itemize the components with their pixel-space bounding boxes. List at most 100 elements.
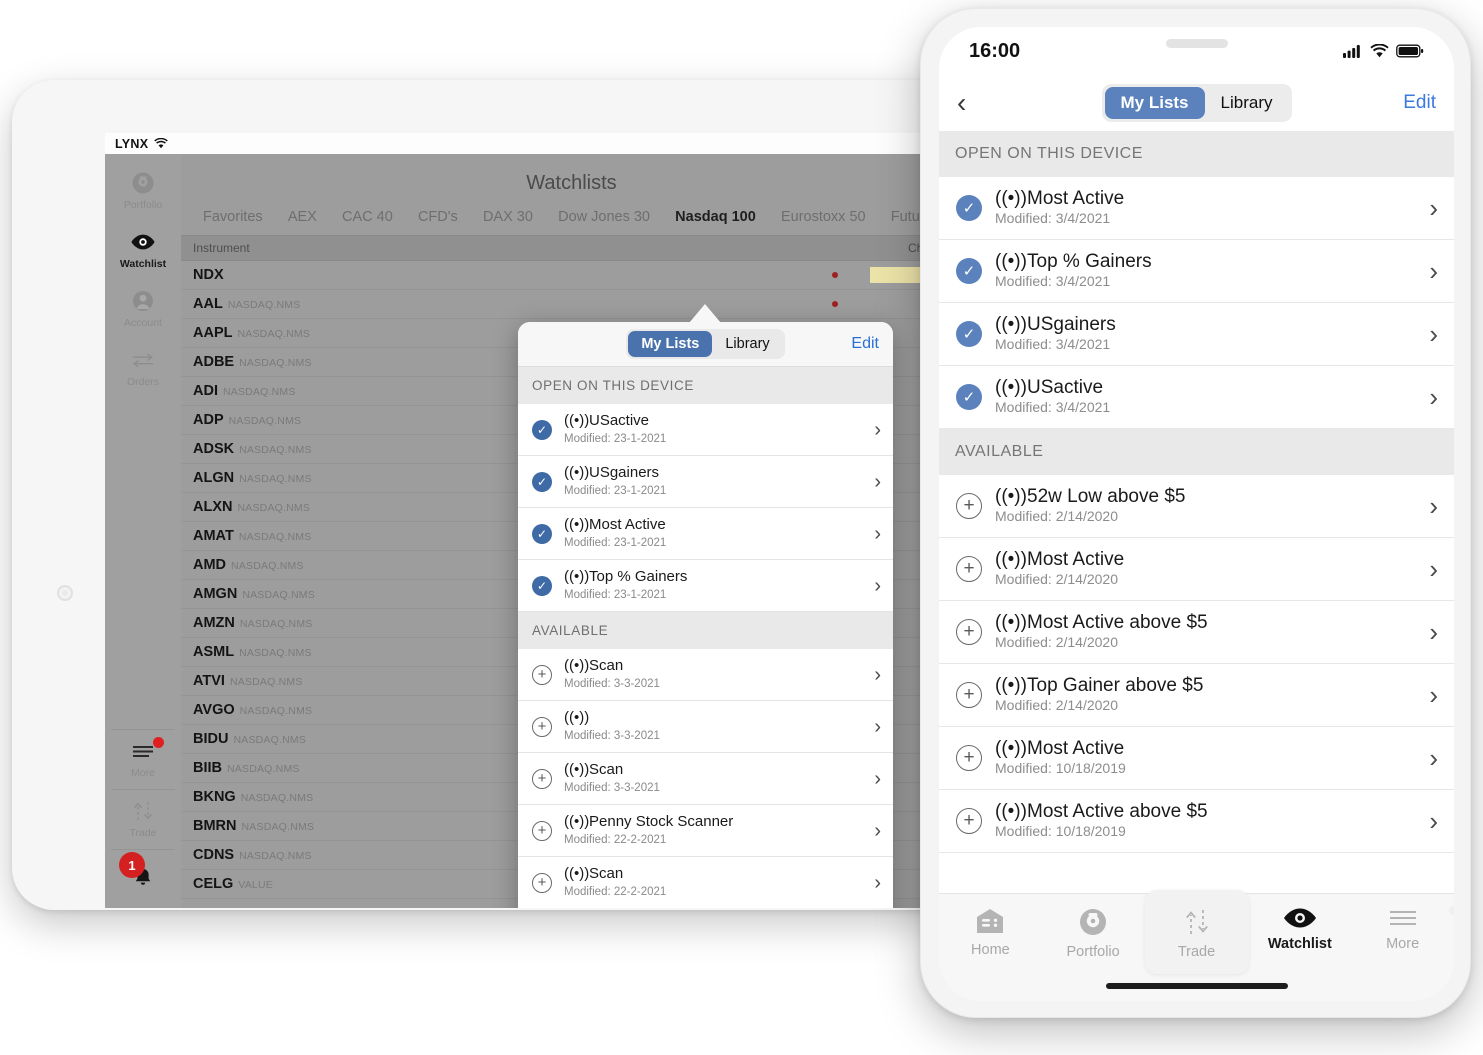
plus-icon[interactable]: + [532,768,552,789]
tab-more[interactable]: More [1351,906,1454,952]
tab-portfolio[interactable]: Portfolio [1042,906,1145,960]
watchlist-tab-2[interactable]: CAC 40 [338,209,397,225]
checkmark-icon[interactable]: ✓ [956,258,982,284]
tab-my-lists[interactable]: My Lists [1104,87,1205,119]
checkmark-icon[interactable]: ✓ [956,384,982,410]
item-state-control[interactable]: ✓ [530,471,554,492]
item-state-control[interactable]: ✓ [955,321,983,347]
tab-library[interactable]: Library [1205,87,1289,119]
watchlist-tab-6[interactable]: Nasdaq 100 [671,209,760,225]
checkmark-icon[interactable]: ✓ [956,195,982,221]
tab-my-lists[interactable]: My Lists [628,331,713,357]
chevron-right-icon[interactable]: › [1429,195,1438,221]
sidebar-item-account[interactable]: Account [105,280,181,339]
watchlist-tab-1[interactable]: AEX [284,209,321,225]
chevron-right-icon[interactable]: › [874,665,881,685]
list-item[interactable]: + ((•)) Most Active Modified: 10/18/2019 › [939,727,1454,790]
list-item[interactable]: + ((•)) Scan Modified: 22-2-2021 › [518,857,893,908]
watchlist-tab-7[interactable]: Eurostoxx 50 [777,209,870,225]
tab-library[interactable]: Library [712,331,782,357]
item-state-control[interactable]: + [530,716,554,737]
sidebar-item-portfolio[interactable]: Portfolio [105,162,181,221]
item-state-control[interactable]: + [955,556,983,582]
checkmark-icon[interactable]: ✓ [532,471,552,492]
tab-home[interactable]: Home [939,906,1042,958]
item-state-control[interactable]: + [530,768,554,789]
tab-trade[interactable]: Trade [1144,890,1249,974]
list-item[interactable]: + ((•)) Scan Modified: 3-3-2021 › [518,753,893,805]
list-item[interactable]: ✓ ((•)) Top % Gainers Modified: 3/4/2021 › [939,240,1454,303]
tab-watchlist[interactable]: Watchlist [1249,906,1352,952]
list-item[interactable]: + ((•)) Scan Modified: 3-3-2021 › [518,649,893,701]
chevron-right-icon[interactable]: › [874,576,881,596]
list-item[interactable]: ✓ ((•)) USgainers Modified: 23-1-2021 › [518,456,893,508]
plus-icon[interactable]: + [532,716,552,737]
chevron-right-icon[interactable]: › [874,420,881,440]
chevron-right-icon[interactable]: › [1429,682,1438,708]
list-item[interactable]: + ((•)) Top Gainer above $5 Modified: 2/14/… [939,664,1454,727]
chevron-right-icon[interactable]: › [1429,384,1438,410]
sidebar-item-watchlist[interactable]: Watchlist [105,221,181,280]
item-state-control[interactable]: ✓ [530,419,554,440]
plus-icon[interactable]: + [956,619,982,645]
chevron-right-icon[interactable]: › [1429,745,1438,771]
item-state-control[interactable]: + [530,820,554,841]
item-state-control[interactable]: ✓ [530,523,554,544]
list-item[interactable]: + ((•)) Most Active Modified: 2/14/2020 › [939,538,1454,601]
list-item[interactable]: ✓ ((•)) USactive Modified: 3/4/2021 › [939,366,1454,429]
watchlist-tab-0[interactable]: Favorites [199,209,267,225]
item-state-control[interactable]: + [530,664,554,685]
chevron-right-icon[interactable]: › [1429,321,1438,347]
chevron-left-icon[interactable]: ‹ [957,89,966,117]
chevron-right-icon[interactable]: › [1429,493,1438,519]
list-item[interactable]: ✓ ((•)) USgainers Modified: 3/4/2021 › [939,303,1454,366]
chevron-right-icon[interactable]: › [874,472,881,492]
chevron-right-icon[interactable]: › [1429,258,1438,284]
list-item[interactable]: ✓ ((•)) Top % Gainers Modified: 23-1-2021 › [518,560,893,612]
table-row[interactable]: AALNASDAQ.NMS-1.8 [181,290,962,319]
item-state-control[interactable]: + [530,872,554,893]
plus-icon[interactable]: + [956,682,982,708]
list-item[interactable]: + ((•)) Penny Stock Scanner Modified: 22-2-… [518,805,893,857]
item-state-control[interactable]: + [955,745,983,771]
chevron-right-icon[interactable]: › [1429,808,1438,834]
item-state-control[interactable]: ✓ [955,258,983,284]
chevron-right-icon[interactable]: › [874,821,881,841]
plus-icon[interactable]: + [532,820,552,841]
list-item[interactable]: ✓ ((•)) USactive Modified: 23-1-2021 › [518,404,893,456]
table-row[interactable]: NDX-0.8 [181,261,962,290]
plus-icon[interactable]: + [532,664,552,685]
checkmark-icon[interactable]: ✓ [532,575,552,596]
item-state-control[interactable]: + [955,493,983,519]
checkmark-icon[interactable]: ✓ [956,321,982,347]
checkmark-icon[interactable]: ✓ [532,523,552,544]
chevron-right-icon[interactable]: › [874,873,881,893]
item-state-control[interactable]: + [955,808,983,834]
edit-button[interactable]: Edit [851,335,879,353]
chevron-right-icon[interactable]: › [874,524,881,544]
item-state-control[interactable]: ✓ [955,195,983,221]
list-item[interactable]: ✓ ((•)) Most Active Modified: 3/4/2021 › [939,177,1454,240]
edit-button[interactable]: Edit [1403,92,1436,114]
phone-segmented-control[interactable]: My Lists Library [1101,84,1292,122]
popover-segmented-control[interactable]: My Lists Library [626,329,785,359]
chevron-right-icon[interactable]: › [874,769,881,789]
sidebar-item-trade[interactable]: Trade [105,790,181,849]
watchlist-tab-3[interactable]: CFD's [414,209,462,225]
item-state-control[interactable]: ✓ [530,575,554,596]
chevron-right-icon[interactable]: › [874,717,881,737]
chevron-right-icon[interactable]: › [1429,556,1438,582]
list-item[interactable]: + ((•)) Most Active above $5 Modified: 2/14… [939,601,1454,664]
list-item[interactable]: + ((•)) Modified: 3-3-2021 › [518,701,893,753]
plus-icon[interactable]: + [956,808,982,834]
item-state-control[interactable]: ✓ [955,384,983,410]
sidebar-item-alerts[interactable]: 1 [105,850,181,908]
item-state-control[interactable]: + [955,682,983,708]
watchlist-tab-5[interactable]: Dow Jones 30 [554,209,654,225]
list-item[interactable]: + ((•)) 52w Low above $5 Modified: 2/14/202… [939,475,1454,538]
checkmark-icon[interactable]: ✓ [532,419,552,440]
watchlist-tab-4[interactable]: DAX 30 [479,209,537,225]
list-item[interactable]: ✓ ((•)) Most Active Modified: 23-1-2021 › [518,508,893,560]
plus-icon[interactable]: + [956,556,982,582]
plus-icon[interactable]: + [956,745,982,771]
